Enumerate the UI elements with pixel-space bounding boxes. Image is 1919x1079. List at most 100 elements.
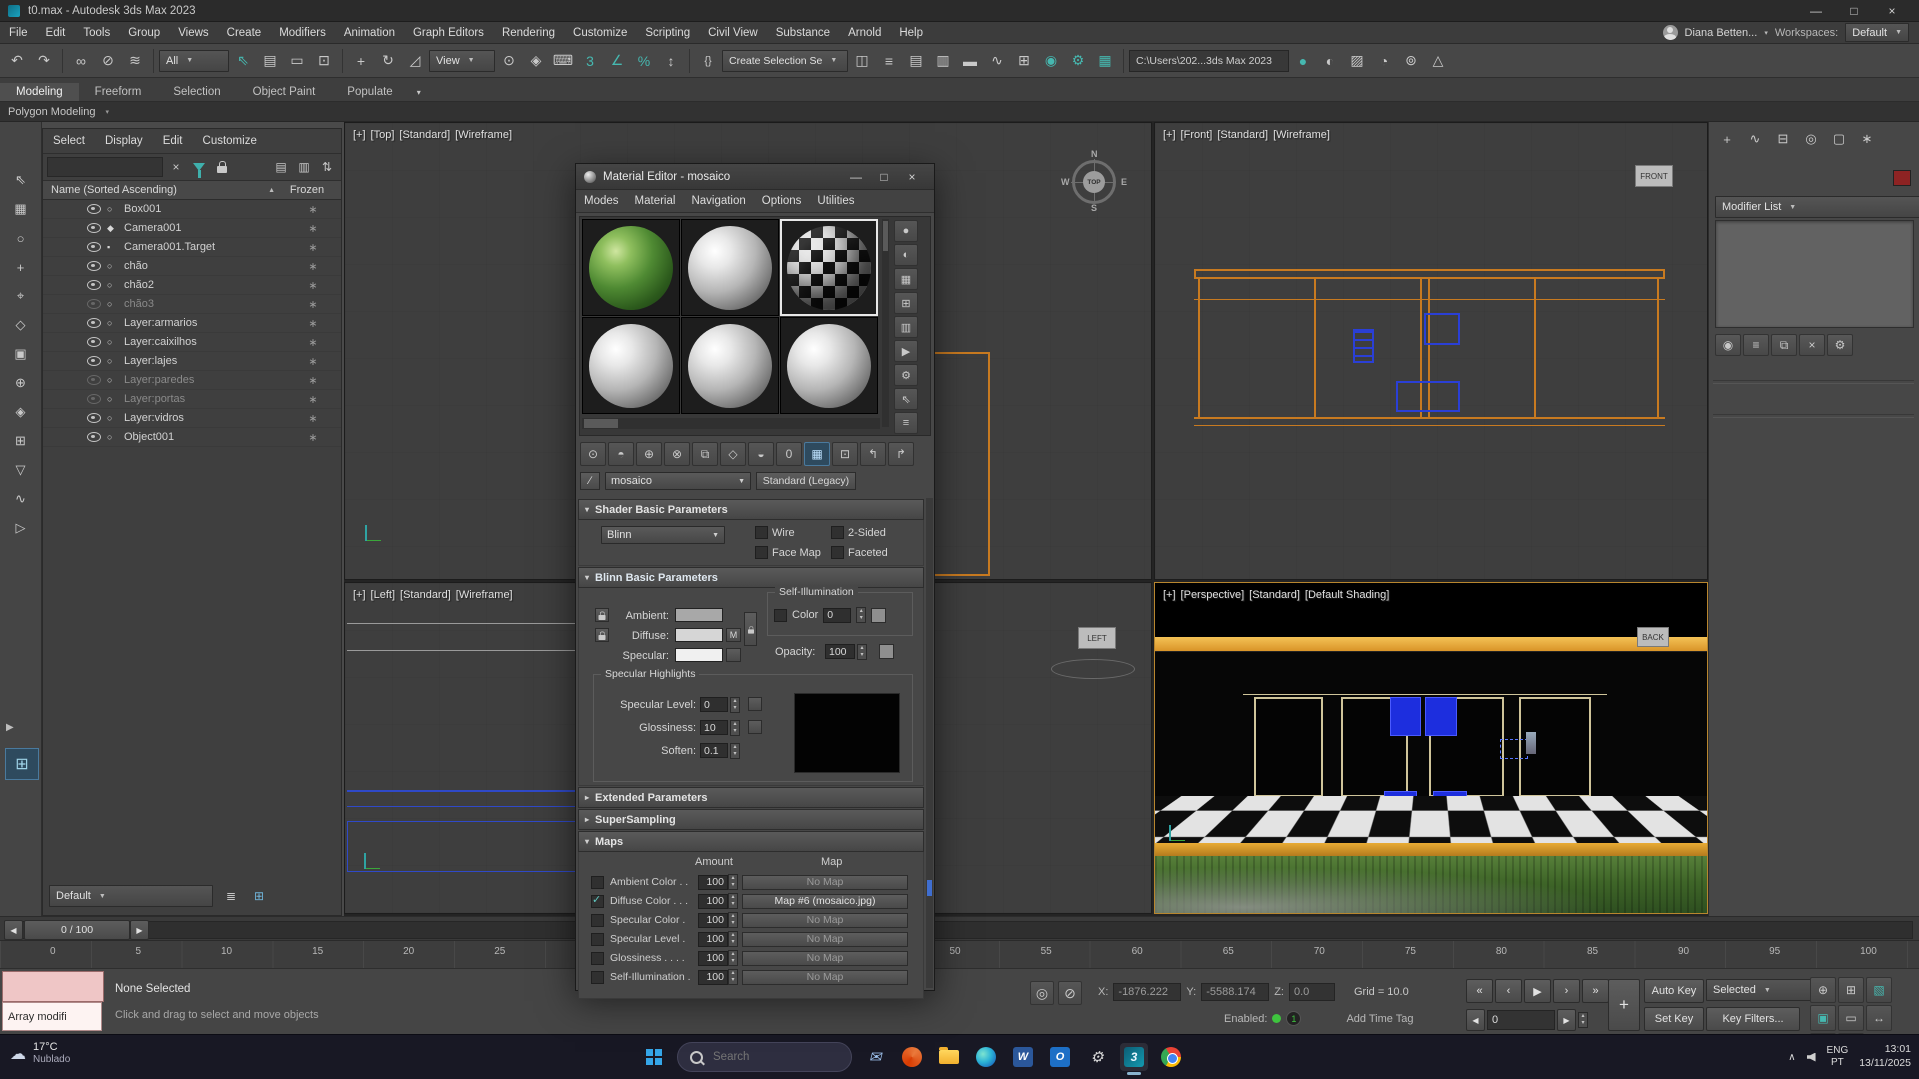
compass-north[interactable]: N bbox=[1091, 149, 1098, 159]
frozen-column-header[interactable]: Frozen bbox=[281, 184, 333, 196]
sync-selection-icon[interactable]: ⇅ bbox=[317, 157, 337, 177]
viewcube-compass[interactable]: N W S E TOP bbox=[1065, 153, 1123, 211]
compass-south[interactable]: S bbox=[1091, 203, 1097, 213]
self-illumination-color-checkbox[interactable] bbox=[774, 609, 787, 622]
material-editor-menu-item[interactable]: Material bbox=[627, 190, 684, 212]
time-slider-track[interactable] bbox=[4, 921, 1913, 939]
render-production-icon[interactable]: ● bbox=[1290, 48, 1316, 74]
user-avatar[interactable] bbox=[1663, 25, 1678, 40]
map-enable-checkbox[interactable] bbox=[591, 952, 604, 965]
pin-stack-icon[interactable]: ◉ bbox=[1715, 334, 1741, 356]
auto-key-button[interactable]: Auto Key bbox=[1644, 979, 1704, 1003]
material-editor-menu-item[interactable]: Modes bbox=[576, 190, 627, 212]
select-and-move-icon[interactable]: + bbox=[348, 48, 374, 74]
map-button[interactable]: Map #6 (mosaico.jpg) bbox=[742, 894, 908, 909]
display-containers-icon[interactable]: ◈ bbox=[7, 400, 35, 424]
use-pivot-center-icon[interactable]: ⊙ bbox=[496, 48, 522, 74]
ribbon-tab[interactable]: Populate bbox=[331, 83, 408, 101]
lock-icon[interactable] bbox=[212, 157, 232, 177]
map-amount-field[interactable]: 100 bbox=[698, 875, 728, 890]
face-map-checkbox[interactable] bbox=[755, 546, 768, 559]
menubar-item[interactable]: Edit bbox=[37, 22, 75, 43]
display-helpers-icon[interactable]: ◇ bbox=[7, 313, 35, 337]
scene-explorer-row[interactable]: Camera001 ∗ bbox=[43, 219, 341, 238]
material-id-channel-icon[interactable]: 0 bbox=[776, 442, 802, 466]
self-illumination-spinner[interactable] bbox=[856, 607, 866, 623]
make-preview-icon[interactable]: ▶ bbox=[894, 340, 918, 362]
material-sample-slot[interactable] bbox=[780, 317, 878, 414]
zoom-region-icon[interactable]: ▭ bbox=[1838, 1005, 1864, 1031]
modifier-stack[interactable] bbox=[1715, 220, 1914, 328]
material-sample-slot[interactable] bbox=[582, 317, 680, 414]
mirror-icon[interactable]: ◫ bbox=[849, 48, 875, 74]
rollout-header-blinn[interactable]: ▾Blinn Basic Parameters bbox=[578, 567, 924, 588]
rollout-header-extended-parameters[interactable]: ▸Extended Parameters bbox=[578, 787, 924, 808]
rectangular-selection-region-icon[interactable]: ▭ bbox=[284, 48, 310, 74]
map-amount-field[interactable]: 100 bbox=[698, 932, 728, 947]
viewcube-left-grip[interactable]: LEFT bbox=[1078, 627, 1116, 649]
material-name-dropdown[interactable]: mosaico▼ bbox=[605, 472, 751, 490]
viewport-label-segment[interactable]: [Standard] bbox=[1249, 589, 1300, 601]
toggle-ribbon-icon[interactable]: ▬ bbox=[957, 48, 983, 74]
diffuse-color-swatch[interactable] bbox=[675, 628, 723, 642]
select-by-name-icon[interactable]: ▤ bbox=[257, 48, 283, 74]
panel-expand-icon[interactable]: ▾ bbox=[105, 108, 109, 116]
previous-frame-arrow[interactable]: ◀ bbox=[4, 920, 23, 940]
specular-level-spinner[interactable] bbox=[730, 697, 740, 713]
map-enable-checkbox[interactable] bbox=[591, 933, 604, 946]
menubar-item[interactable]: Create bbox=[218, 22, 271, 43]
previous-key-icon[interactable]: ‹ bbox=[1495, 979, 1522, 1003]
display-cameras-icon[interactable]: ⌖ bbox=[7, 284, 35, 308]
show-end-result-icon[interactable]: ⊡ bbox=[832, 442, 858, 466]
display-bones-icon[interactable]: ⊕ bbox=[7, 371, 35, 395]
render-iterative-icon[interactable]: ◐ bbox=[1317, 48, 1343, 74]
detail-view-icon[interactable]: ▥ bbox=[294, 157, 314, 177]
two-sided-checkbox[interactable] bbox=[831, 526, 844, 539]
menubar-item[interactable]: Views bbox=[169, 22, 217, 43]
viewport-front[interactable]: [+][Front][Standard][Wireframe] FRONT bbox=[1154, 122, 1708, 580]
visibility-eye-icon[interactable] bbox=[87, 356, 101, 366]
glossiness-field[interactable]: 10 bbox=[700, 720, 728, 735]
list-view-icon[interactable]: ▤ bbox=[271, 157, 291, 177]
align-icon[interactable]: ≡ bbox=[876, 48, 902, 74]
compass-center[interactable]: TOP bbox=[1083, 171, 1105, 193]
ambient-color-swatch[interactable] bbox=[675, 608, 723, 622]
frozen-icon[interactable]: ∗ bbox=[285, 412, 341, 425]
scene-explorer-row[interactable]: chão ∗ bbox=[43, 257, 341, 276]
mail-icon[interactable]: ✉ bbox=[861, 1043, 889, 1071]
compass-west[interactable]: W bbox=[1061, 177, 1070, 187]
scene-explorer-row[interactable]: Layer:vidros ∗ bbox=[43, 409, 341, 428]
viewport-label-segment[interactable]: [Wireframe] bbox=[1273, 129, 1330, 141]
material-type-button[interactable]: Standard (Legacy) bbox=[756, 472, 856, 490]
viewcube-front-grip[interactable]: FRONT bbox=[1635, 165, 1673, 187]
material-editor-menu-item[interactable]: Options bbox=[754, 190, 810, 212]
reset-map-icon[interactable]: ⊗ bbox=[664, 442, 690, 466]
menubar-item[interactable]: Group bbox=[119, 22, 169, 43]
curve-editor-icon[interactable]: ∿ bbox=[984, 48, 1010, 74]
word-icon[interactable]: W bbox=[1009, 1043, 1037, 1071]
spinner-snap-icon[interactable]: ↕ bbox=[658, 48, 684, 74]
zoom-extents-icon[interactable]: ▧ bbox=[1866, 977, 1892, 1003]
shader-type-dropdown[interactable]: Blinn▼ bbox=[601, 526, 725, 544]
material-editor-icon[interactable]: ◉ bbox=[1038, 48, 1064, 74]
menubar-item[interactable]: File bbox=[0, 22, 37, 43]
assign-material-to-selection-icon[interactable]: ⊕ bbox=[636, 442, 662, 466]
play-animation-icon[interactable]: ▶ bbox=[1524, 979, 1551, 1003]
map-button[interactable]: No Map bbox=[742, 875, 908, 890]
frozen-icon[interactable]: ∗ bbox=[285, 355, 341, 368]
go-forward-to-sibling-icon[interactable]: ↱ bbox=[888, 442, 914, 466]
map-enable-checkbox[interactable] bbox=[591, 971, 604, 984]
select-and-link-icon[interactable]: ∞ bbox=[68, 48, 94, 74]
diffuse-map-shortcut-button[interactable]: M bbox=[726, 628, 741, 642]
scene-explorer-row[interactable]: Camera001.Target ∗ bbox=[43, 238, 341, 257]
rollout-header-shader[interactable]: ▾Shader Basic Parameters bbox=[578, 499, 924, 520]
material-editor-titlebar[interactable]: Material Editor - mosaico — □ × bbox=[576, 164, 934, 190]
frozen-icon[interactable]: ∗ bbox=[285, 241, 341, 254]
scene-explorer-menu-item[interactable]: Customize bbox=[193, 129, 267, 153]
polygon-modeling-panel-bar[interactable]: Polygon Modeling ▾ bbox=[0, 102, 1919, 122]
zoom-extents-all-icon[interactable]: ▣ bbox=[1810, 1005, 1836, 1031]
material-sample-slot[interactable] bbox=[681, 317, 779, 414]
self-illumination-value-field[interactable]: 0 bbox=[823, 608, 851, 623]
opacity-spinner[interactable] bbox=[857, 644, 867, 660]
frame-spinner[interactable] bbox=[1578, 1012, 1588, 1028]
